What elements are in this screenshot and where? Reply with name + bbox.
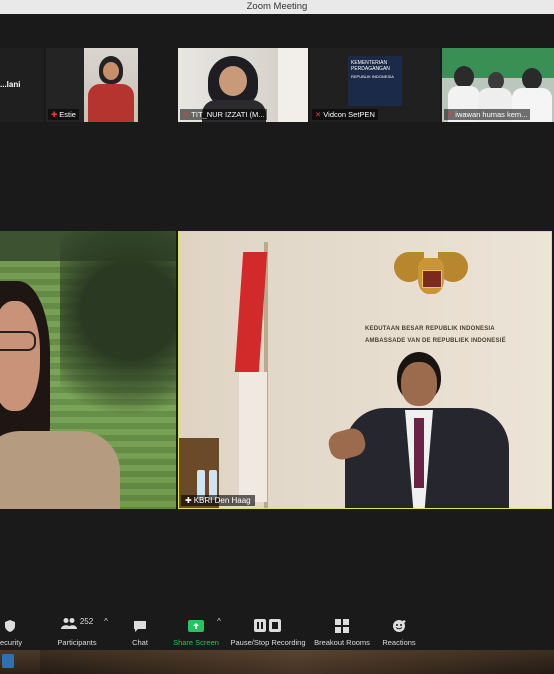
chat-icon (134, 621, 146, 632)
participants-menu-caret[interactable]: ^ (101, 612, 111, 650)
window-title-bar: Zoom Meeting (0, 0, 554, 14)
participant-video-active-speaker[interactable]: KEDUTAAN BESAR REPUBLIK INDONESIA AMBASS… (178, 231, 552, 509)
shield-icon (5, 620, 15, 632)
caret-up-icon: ^ (104, 617, 108, 626)
participant-name-tag: ✕ iwawan humas kem... (444, 109, 531, 120)
participant-name-tag: ✚ KBRI Den Haag (181, 495, 255, 506)
ministry-logo: KEMENTERIAN PERDAGANGAN REPUBLIK INDONES… (348, 56, 402, 106)
pause-stop-recording-button[interactable]: Pause/Stop Recording (228, 612, 308, 650)
pin-icon: ✚ (51, 110, 58, 119)
breakout-rooms-icon (335, 619, 349, 633)
security-button[interactable]: ecurity (0, 612, 30, 650)
meeting-toolbar: ecurity 252 Participants ^ Chat Share Sc… (0, 612, 554, 650)
embassy-sign: KEDUTAAN BESAR REPUBLIK INDONESIA AMBASS… (365, 326, 506, 344)
gallery-strip: ...lani ✚ Estie ✕ TIT_NUR IZZATI (M... KEM… (0, 48, 554, 124)
mic-muted-icon: ✕ (183, 110, 190, 119)
share-screen-menu-caret[interactable]: ^ (214, 612, 224, 650)
participants-icon (60, 618, 77, 629)
participant-count: 252 (79, 617, 94, 626)
os-taskbar (0, 650, 554, 674)
participant-name: ...lani (0, 80, 21, 89)
speaker (325, 352, 519, 508)
participant-tile[interactable]: KEMENTERIAN PERDAGANGAN REPUBLIK INDONES… (310, 48, 440, 122)
participant-name-tag: ✕ Vidcon SetPEN (312, 109, 378, 120)
participant-name-tag: ✕ TIT_NUR IZZATI (M... (180, 109, 268, 120)
participant-tile[interactable]: ...lani (0, 48, 44, 122)
taskbar-app-icon[interactable] (2, 654, 14, 668)
participants-button[interactable]: 252 Participants (52, 612, 102, 650)
participant-tile[interactable]: ✕ TIT_NUR IZZATI (M... (178, 48, 308, 122)
mic-muted-icon: ✕ (447, 110, 454, 119)
pin-icon: ✚ (185, 496, 192, 505)
reactions-icon (393, 620, 406, 632)
mic-muted-icon: ✕ (315, 110, 322, 119)
caret-up-icon: ^ (217, 617, 221, 626)
window-title: Zoom Meeting (246, 1, 308, 12)
participant-tile[interactable]: ✚ Estie (46, 48, 138, 122)
participant-video (84, 48, 138, 122)
participant-name-tag: ✚ Estie (48, 109, 79, 120)
pause-stop-icon (254, 619, 281, 632)
breakout-rooms-button[interactable]: Breakout Rooms (312, 612, 372, 650)
reactions-button[interactable]: Reactions (378, 612, 420, 650)
garuda-emblem (394, 244, 468, 306)
chat-button[interactable]: Chat (124, 612, 156, 650)
participant-tile[interactable]: ✕ iwawan humas kem... (442, 48, 554, 122)
share-screen-icon (188, 620, 204, 632)
participant-video-left[interactable] (0, 231, 176, 509)
